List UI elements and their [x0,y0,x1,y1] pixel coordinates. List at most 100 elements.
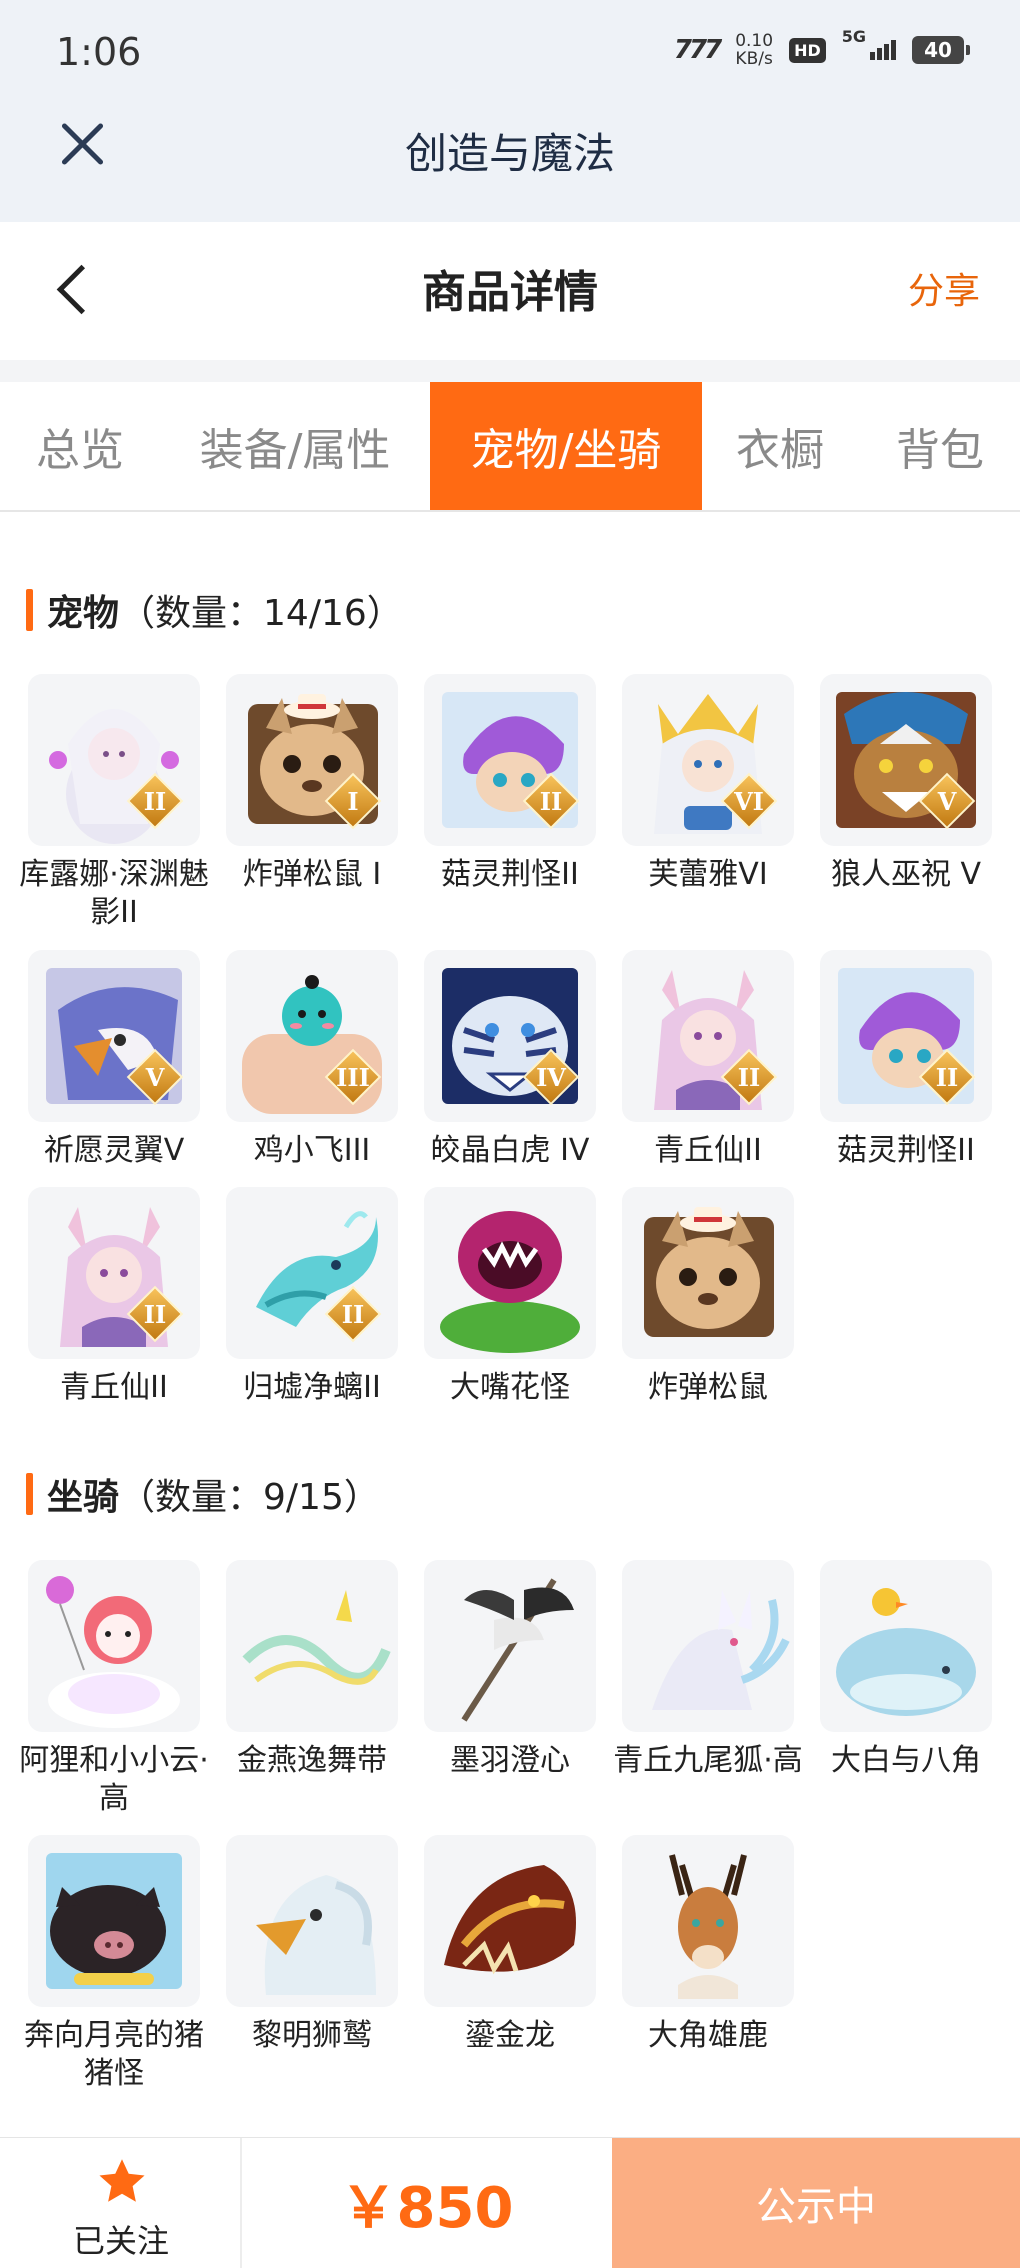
pet-name: 鸡小飞III [253,1133,371,1168]
bomb-squirrel-icon: I [226,674,398,846]
mushroom-sprite-icon: II [820,950,992,1122]
section-marker [26,589,33,631]
mount-item[interactable]: 黎明狮鹫 [222,1835,402,2055]
hd-icon: HD [789,37,826,63]
pet-name: 青丘仙II [60,1370,168,1405]
pet-name: 库露娜·深渊魅影II [19,857,209,930]
follow-button[interactable]: 已关注 [0,2138,242,2268]
fox-fairy-icon: II [622,950,794,1122]
tab-overview[interactable]: 总览 [10,382,150,510]
level-badge: II [126,1285,184,1343]
pet-item[interactable]: V 狼人巫祝 V [816,674,996,894]
fox-cloud-icon [28,1560,200,1732]
follow-label: 已关注 [72,2222,169,2260]
mount-item[interactable]: 大角雄鹿 [618,1835,798,2055]
pet-item[interactable]: II 青丘仙II [618,950,798,1170]
pet-name: 炸弹松鼠 I [242,857,382,892]
level-badge: II [324,1285,382,1343]
mount-item[interactable]: 鎏金龙 [420,1835,600,2055]
mount-item[interactable]: 青丘九尾狐·高 [613,1560,803,1780]
pet-name: 芙蕾雅VI [648,857,768,892]
pets-section-header: 宠物 （数量：14/16） [26,584,403,636]
pet-item[interactable]: IV 皎晶白虎 IV [420,950,600,1170]
mount-name: 金燕逸舞带 [237,1743,387,1778]
mounts-title: 坐骑 [47,1477,120,1518]
level-badge: IV [522,1048,580,1106]
status-time: 1:06 [56,30,142,74]
bomb-squirrel-icon [622,1187,794,1359]
carrier-signal-icon: 777 [673,35,722,65]
star-icon [99,2159,145,2202]
tab-wardrobe[interactable]: 衣橱 [720,382,840,510]
page-title: 商品详情 [422,267,598,318]
mount-name: 大角雄鹿 [648,2018,768,2053]
tab-bar: 总览 装备/属性 宠物/坐骑 衣橱 背包 [0,382,1020,512]
pet-name: 祈愿灵翼V [43,1133,185,1168]
mount-item[interactable]: 奔向月亮的猪猪怪 [24,1835,204,2093]
valkyrie-girl-icon: VI [622,674,794,846]
mushroom-sprite-icon: II [424,674,596,846]
pet-item[interactable]: I 炸弹松鼠 I [222,674,402,894]
pet-item[interactable]: II 菇灵荆怪II [816,950,996,1170]
mount-item[interactable]: 金燕逸舞带 [222,1560,402,1780]
section-marker [26,1473,33,1515]
white-tiger-icon: IV [424,950,596,1122]
level-badge: II [522,772,580,830]
pet-item[interactable]: II 青丘仙II [24,1187,204,1407]
pet-name: 青丘仙II [654,1133,762,1168]
pet-item[interactable]: II 归墟净螭II [222,1187,402,1407]
pets-count: （数量：14/16） [119,593,403,634]
mount-name: 阿狸和小小云·高 [19,1743,209,1816]
water-dragon-icon: II [226,1187,398,1359]
level-badge: II [126,772,184,830]
tab-pets-mounts[interactable]: 宠物/坐骑 [430,382,702,510]
mounts-section-header: 坐骑 （数量：9/15） [26,1468,380,1520]
tab-equipment[interactable]: 装备/属性 [180,382,410,510]
pet-item[interactable]: III 鸡小飞III [222,950,402,1170]
pet-name: 皎晶白虎 IV [430,1133,590,1168]
whale-icon [820,1560,992,1732]
mount-item[interactable]: 大白与八角 [816,1560,996,1780]
signal-5g-icon: 5G [842,27,896,60]
mount-name: 黎明狮鹫 [252,2018,372,2053]
pet-name: 炸弹松鼠 [648,1370,768,1405]
pet-item[interactable]: 炸弹松鼠 [618,1187,798,1407]
fox-fairy-icon: II [28,1187,200,1359]
pet-item[interactable]: V 祈愿灵翼V [24,950,204,1170]
publicity-status-button[interactable]: 公示中 [612,2138,1020,2268]
tab-backpack[interactable]: 背包 [880,382,1000,510]
level-badge: I [324,772,382,830]
level-badge: II [918,1048,976,1106]
pet-item[interactable]: II 菇灵荆怪II [420,674,600,894]
pet-name: 狼人巫祝 V [830,857,982,892]
network-type: 5G [841,27,866,46]
level-badge: VI [720,772,778,830]
level-badge: V [918,772,976,830]
pet-item[interactable]: VI 芙蕾雅VI [618,674,798,894]
spirit-wing-bird-icon: V [28,950,200,1122]
net-speed-unit: KB/s [735,49,773,69]
griffin-icon [226,1835,398,2007]
mount-item[interactable]: 阿狸和小小云·高 [19,1560,209,1818]
mount-name: 墨羽澄心 [450,1743,570,1778]
share-button[interactable]: 分享 [908,262,980,314]
pet-item[interactable]: 大嘴花怪 [420,1187,600,1407]
pet-item[interactable]: II 库露娜·深渊魅影II [19,674,209,932]
nine-tail-fox-icon [622,1560,794,1732]
app-title: 创造与魔法 [404,129,615,178]
mounts-count: （数量：9/15） [119,1477,380,1518]
chick-icon: III [226,950,398,1122]
mount-item[interactable]: 墨羽澄心 [420,1560,600,1780]
pet-name: 大嘴花怪 [450,1370,570,1405]
price: ￥850 [340,2175,514,2241]
bottom-action-bar: 已关注 ￥850 公示中 [0,2137,1020,2268]
pet-name: 菇灵荆怪II [837,1133,975,1168]
net-speed-value: 0.10 [735,31,774,51]
app-header: 1:06 777 0.10 KB/s HD 5G 40 创造与魔法 [0,0,1020,222]
status-bar: 1:06 777 0.10 KB/s HD 5G 40 [0,0,1020,105]
piranha-plant-icon [424,1187,596,1359]
feather-staff-icon [424,1560,596,1732]
pet-name: 菇灵荆怪II [441,857,579,892]
golden-dragon-icon [424,1835,596,2007]
pets-title: 宠物 [47,593,120,634]
